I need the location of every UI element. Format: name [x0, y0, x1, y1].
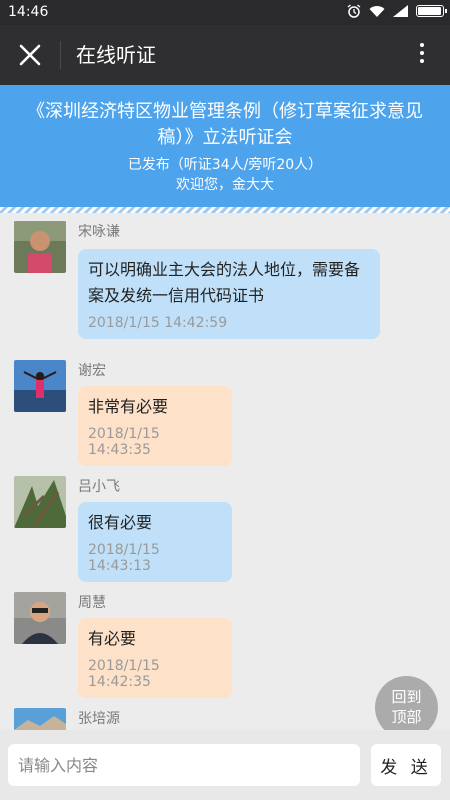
avatar-photo	[14, 592, 66, 644]
back-to-top-label-2: 顶部	[391, 708, 422, 726]
message-input[interactable]	[8, 744, 360, 786]
avatar[interactable]	[14, 708, 66, 730]
title-divider	[60, 41, 61, 69]
sender-name: 张培源	[78, 711, 120, 727]
wifi-icon	[369, 5, 385, 17]
status-time: 14:46	[8, 4, 49, 20]
avatar-photo	[14, 221, 66, 273]
more-dots-icon	[420, 43, 424, 47]
avatar[interactable]	[14, 476, 66, 528]
banner-welcome: 欢迎您，金大大	[176, 177, 274, 193]
message-time: 2018/1/15 14:43:13	[88, 542, 160, 574]
banner-status: 已发布（听证34人/旁听20人）	[127, 157, 323, 173]
avatar[interactable]	[14, 360, 66, 412]
message-bubble: 很有必要 2018/1/15 14:43:13	[78, 502, 232, 582]
title-bar: 在线听证	[0, 25, 450, 85]
message-time: 2018/1/15 14:43:35	[88, 426, 160, 458]
message-text: 可以明确业主大会的法人地位，需要备案及发统一信用代码证书	[88, 260, 361, 305]
battery-icon	[416, 5, 447, 17]
avatar[interactable]	[14, 592, 66, 644]
status-icons	[347, 4, 447, 18]
message-text: 有必要	[88, 629, 137, 648]
message-bubble: 可以明确业主大会的法人地位，需要备案及发统一信用代码证书 2018/1/15 1…	[78, 249, 380, 339]
back-to-top-label-1: 回到	[391, 688, 422, 706]
sender-name: 宋咏谦	[78, 224, 120, 240]
signal-icon	[393, 5, 408, 17]
message-bubble: 非常有必要 2018/1/15 14:43:35	[78, 386, 232, 466]
status-bar: 14:46	[0, 0, 450, 25]
close-icon	[19, 44, 41, 66]
more-menu-button[interactable]	[414, 39, 430, 71]
message-text: 非常有必要	[88, 397, 169, 416]
message-bubble: 有必要 2018/1/15 14:42:35	[78, 618, 232, 698]
sender-name: 吕小飞	[78, 479, 120, 495]
message-time: 2018/1/15 14:42:59	[88, 315, 228, 331]
alarm-icon	[347, 4, 361, 18]
hearing-banner: 《深圳经济特区物业管理条例（修订草案征求意见稿）》立法听证会 已发布（听证34人…	[0, 85, 450, 213]
banner-title: 《深圳经济特区物业管理条例（修订草案征求意见稿）》立法听证会	[27, 101, 423, 148]
sender-name: 谢宏	[78, 363, 106, 379]
message-text: 很有必要	[88, 513, 153, 532]
sender-name: 周慧	[78, 595, 106, 611]
close-button[interactable]	[12, 37, 48, 73]
message-list[interactable]: 宋咏谦 可以明确业主大会的法人地位，需要备案及发统一信用代码证书 2018/1/…	[0, 213, 450, 730]
send-button[interactable]: 发 送	[371, 744, 441, 786]
avatar-photo	[14, 360, 66, 412]
avatar-photo	[14, 476, 66, 528]
message-time: 2018/1/15 14:42:35	[88, 658, 160, 690]
avatar-photo	[14, 708, 66, 730]
input-bar: 发 送	[0, 730, 450, 800]
avatar[interactable]	[14, 221, 66, 273]
page-title: 在线听证	[76, 43, 156, 67]
